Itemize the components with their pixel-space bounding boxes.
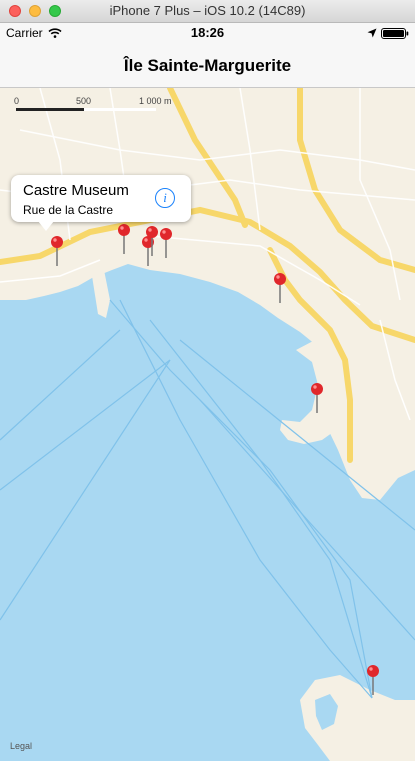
scale-label-500: 500 <box>76 96 92 106</box>
map-pin[interactable] <box>117 224 131 254</box>
map-pin[interactable] <box>145 226 159 256</box>
map-pin[interactable] <box>50 236 64 266</box>
info-icon[interactable]: i <box>155 188 175 208</box>
scale-label-1000: 1 000 m <box>139 96 172 106</box>
status-bar: Carrier 18:26 <box>0 23 415 43</box>
window-titlebar: iPhone 7 Plus – iOS 10.2 (14C89) <box>0 0 415 23</box>
page-title: Île Sainte-Marguerite <box>123 56 292 75</box>
location-arrow-icon <box>367 28 377 38</box>
callout-tail <box>38 221 54 231</box>
scale-bar-white <box>84 108 156 111</box>
map-pin[interactable] <box>273 273 287 303</box>
map-scale: 0 500 1 000 m <box>14 96 174 116</box>
battery-icon <box>381 28 409 39</box>
navigation-bar: Île Sainte-Marguerite <box>0 43 415 88</box>
callout-title: Castre Museum <box>23 182 129 199</box>
map-pin[interactable] <box>159 228 173 258</box>
window-title: iPhone 7 Plus – iOS 10.2 (14C89) <box>109 3 306 18</box>
scale-label-0: 0 <box>14 96 20 106</box>
map-pin[interactable] <box>310 383 324 413</box>
annotation-callout[interactable]: Castre Museum Rue de la Castre i <box>11 175 191 222</box>
clock: 18:26 <box>190 25 225 40</box>
map-pin[interactable] <box>366 665 380 695</box>
callout-subtitle: Rue de la Castre <box>23 203 114 217</box>
legal-link[interactable]: Legal <box>10 741 32 751</box>
